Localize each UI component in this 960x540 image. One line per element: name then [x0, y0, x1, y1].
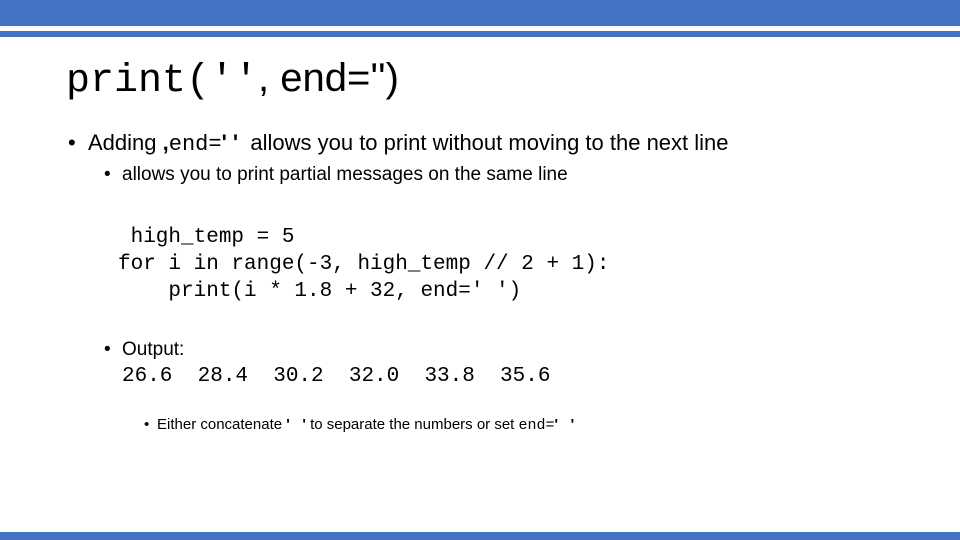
top-accent-bar-thick: [0, 0, 960, 26]
final-note-section: • Either concatenate ' ' to separate the …: [60, 414, 920, 437]
bullet-dot-icon: •: [144, 416, 150, 433]
bullet1-code-quotes: ' ': [221, 130, 239, 155]
code-line-2: for i in range(-3, high_temp // 2 + 1):: [118, 253, 610, 276]
title-code-tail: , end=''): [258, 56, 399, 100]
slide-title: print('', end=''): [66, 54, 906, 106]
bullet1-code-end: end=: [168, 132, 222, 157]
bullet4-quotes-2: ' ': [554, 416, 575, 433]
top-accent-bar-thin: [0, 31, 960, 37]
output-section: • Output: 26.6 28.4 30.2 32.0 33.8 35.6: [60, 337, 920, 391]
bullet-level2-output: • Output:: [60, 337, 920, 363]
code-sample: high_temp = 5 for i in range(-3, high_tem…: [118, 224, 609, 305]
bullet1-text-b: allows you to print without moving to th…: [238, 130, 729, 155]
code-line-1: high_temp = 5: [118, 226, 295, 249]
bullet-dot-icon: •: [68, 130, 76, 155]
slide-body: • Adding ,end=' ' allows you to print wit…: [60, 128, 920, 188]
bullet4-code-end: end=: [518, 417, 555, 434]
code-line-3: print(i * 1.8 + 32, end=' '): [118, 280, 522, 303]
bullet2-text: allows you to print partial messages on …: [122, 164, 568, 185]
title-code-open: print(': [66, 59, 235, 104]
bullet4-text-b: to separate the numbers or set: [305, 416, 519, 433]
bullet-level1-adding: • Adding ,end=' ' allows you to print wit…: [60, 128, 920, 160]
bullet4-quotes-1: ' ': [286, 416, 306, 433]
bullet-level3-either-concatenate: • Either concatenate ' ' to separate the …: [60, 414, 920, 437]
output-label: Output:: [122, 339, 185, 360]
bullet-dot-icon: •: [104, 164, 111, 185]
bullet1-text-a: Adding: [88, 130, 163, 155]
output-values: 26.6 28.4 30.2 32.0 33.8 35.6: [122, 365, 551, 388]
bullet-level2-partial-messages: • allows you to print partial messages on…: [60, 162, 920, 188]
bottom-accent-bar: [0, 532, 960, 540]
bullet4-text-a: Either concatenate: [157, 416, 287, 433]
title-code-close: ': [234, 59, 259, 104]
slide: print('', end='') • Adding ,end=' ' allow…: [0, 0, 960, 540]
bullet-dot-icon: •: [104, 339, 111, 360]
